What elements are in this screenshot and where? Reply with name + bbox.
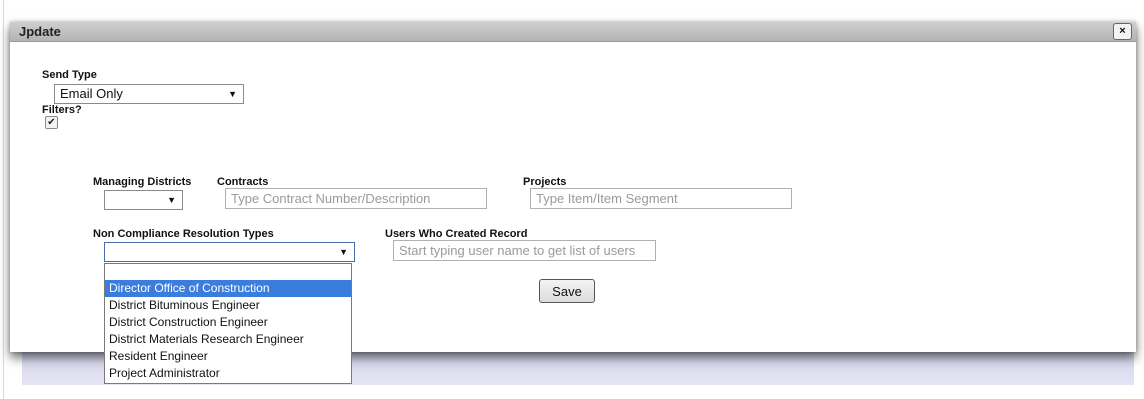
send-type-select[interactable]: Email Only ▼	[54, 84, 244, 104]
close-button[interactable]: ×	[1113, 23, 1132, 40]
dialog-title: Jpdate	[19, 24, 61, 39]
dropdown-option-district-bituminous[interactable]: District Bituminous Engineer	[105, 297, 351, 314]
dropdown-option-district-materials[interactable]: District Materials Research Engineer	[105, 331, 351, 348]
save-button[interactable]: Save	[539, 279, 595, 303]
non-compliance-select[interactable]: ▼	[104, 242, 355, 262]
users-created-label: Users Who Created Record	[385, 228, 528, 240]
dropdown-option-blank[interactable]	[105, 264, 351, 280]
send-type-value: Email Only	[60, 86, 123, 101]
dropdown-option-district-construction[interactable]: District Construction Engineer	[105, 314, 351, 331]
send-type-label: Send Type	[42, 69, 97, 81]
non-compliance-dropdown-list: Director Office of Construction District…	[104, 263, 352, 384]
managing-districts-select[interactable]: ▼	[104, 190, 183, 210]
left-divider	[3, 0, 4, 399]
dropdown-option-project-administrator[interactable]: Project Administrator	[105, 365, 351, 382]
dropdown-option-director-office[interactable]: Director Office of Construction	[105, 280, 351, 297]
dialog-titlebar: Jpdate ×	[10, 22, 1136, 42]
projects-label: Projects	[523, 176, 567, 188]
chevron-down-icon: ▼	[339, 247, 348, 257]
non-compliance-label: Non Compliance Resolution Types	[93, 228, 274, 240]
dropdown-option-resident-engineer[interactable]: Resident Engineer	[105, 348, 351, 365]
chevron-down-icon: ▼	[167, 195, 176, 205]
users-created-input[interactable]	[393, 240, 656, 261]
contracts-input[interactable]	[225, 188, 487, 209]
chevron-down-icon: ▼	[228, 89, 237, 99]
filters-label: Filters?	[42, 104, 82, 116]
contracts-label: Contracts	[217, 176, 269, 188]
filters-checkbox[interactable]: ✔	[45, 116, 58, 129]
managing-districts-label: Managing Districts	[93, 176, 192, 188]
projects-input[interactable]	[530, 188, 792, 209]
